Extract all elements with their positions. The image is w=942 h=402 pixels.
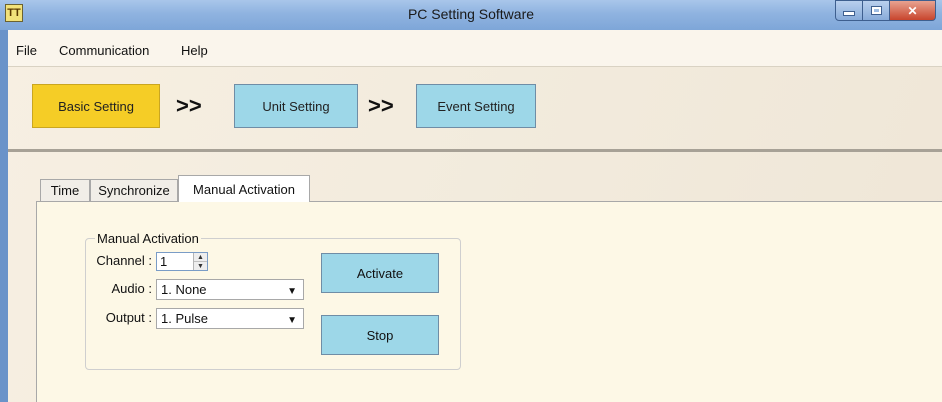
- tab-manual-activation[interactable]: Manual Activation: [178, 175, 310, 202]
- event-setting-button[interactable]: Event Setting: [416, 84, 536, 128]
- audio-select[interactable]: 1. None ▼: [156, 279, 304, 300]
- maximize-icon: [870, 6, 882, 15]
- caption-buttons: ✕: [835, 0, 936, 22]
- activate-button[interactable]: Activate: [321, 253, 439, 293]
- menu-bar: File Communication Help: [8, 30, 942, 67]
- step-separator: >>: [176, 93, 202, 118]
- menu-communication[interactable]: Communication: [59, 43, 149, 58]
- minimize-button[interactable]: [835, 0, 863, 21]
- basic-setting-button[interactable]: Basic Setting: [32, 84, 160, 128]
- title-bar[interactable]: TT PC Setting Software ✕: [0, 0, 942, 30]
- close-button[interactable]: ✕: [890, 0, 936, 21]
- output-value: 1. Pulse: [161, 311, 208, 326]
- channel-value: 1: [160, 254, 168, 269]
- minimize-icon: [843, 11, 855, 16]
- unit-setting-button[interactable]: Unit Setting: [234, 84, 358, 128]
- window-title: PC Setting Software: [407, 6, 535, 22]
- channel-spinner[interactable]: 1 ▲ ▼: [156, 252, 208, 271]
- dropdown-arrow-icon: ▼: [287, 286, 297, 297]
- group-title: Manual Activation: [95, 231, 201, 246]
- output-label: Output :: [105, 310, 152, 325]
- menu-file[interactable]: File: [16, 43, 37, 58]
- section-divider: [8, 149, 942, 152]
- output-select[interactable]: 1. Pulse ▼: [156, 308, 304, 329]
- menu-help[interactable]: Help: [181, 43, 208, 58]
- maximize-button[interactable]: [863, 0, 890, 21]
- audio-value: 1. None: [161, 282, 207, 297]
- tab-panel: Manual Activation Channel : 1 ▲ ▼ Audio …: [36, 201, 942, 402]
- app-window: TT PC Setting Software ✕ File Communicat…: [0, 0, 942, 402]
- tab-time[interactable]: Time: [40, 179, 90, 201]
- dropdown-arrow-icon: ▼: [287, 315, 297, 326]
- manual-activation-group: Manual Activation Channel : 1 ▲ ▼ Audio …: [85, 231, 461, 370]
- client-area: File Communication Help Basic Setting >>…: [8, 30, 942, 402]
- audio-label: Audio :: [111, 281, 152, 296]
- tab-synchronize[interactable]: Synchronize: [90, 179, 178, 201]
- close-icon: ✕: [907, 3, 918, 18]
- spinner-arrows: ▲ ▼: [193, 253, 207, 270]
- stop-button[interactable]: Stop: [321, 315, 439, 355]
- spin-down-icon[interactable]: ▼: [194, 261, 207, 270]
- step-separator: >>: [368, 93, 394, 118]
- spin-up-icon[interactable]: ▲: [194, 253, 207, 261]
- channel-label: Channel :: [96, 253, 152, 268]
